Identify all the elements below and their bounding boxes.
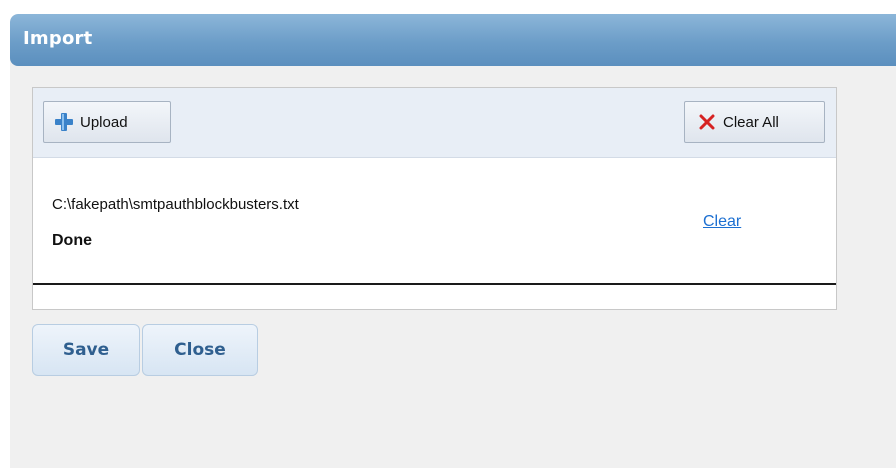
- clear-all-button[interactable]: Clear All: [684, 101, 825, 143]
- save-button-label: Save: [62, 340, 110, 360]
- upload-toolbar: Upload Clear All: [33, 88, 836, 158]
- upload-button[interactable]: Upload: [43, 101, 171, 143]
- clear-all-button-label: Clear All: [723, 113, 779, 131]
- file-path: C:\fakepath\smtpauthblockbusters.txt: [52, 196, 299, 213]
- upload-panel: Upload Clear All C:\fakepath\smtpauthblo…: [32, 87, 837, 310]
- save-button[interactable]: Save: [32, 324, 140, 376]
- clear-file-link[interactable]: Clear: [703, 213, 741, 231]
- upload-status: Done: [52, 232, 92, 249]
- plus-icon: [55, 113, 73, 131]
- close-button[interactable]: Close: [142, 324, 258, 376]
- x-icon: [699, 114, 715, 130]
- file-list-item: C:\fakepath\smtpauthblockbusters.txt Don…: [33, 158, 836, 284]
- dialog-title: Import: [23, 28, 93, 49]
- close-button-label: Close: [174, 340, 226, 360]
- import-dialog: Import Upload Clear All C:\fakepath\smtp…: [10, 14, 896, 468]
- upload-button-label: Upload: [80, 113, 128, 131]
- panel-divider: [33, 283, 836, 285]
- title-bar[interactable]: Import: [10, 14, 896, 66]
